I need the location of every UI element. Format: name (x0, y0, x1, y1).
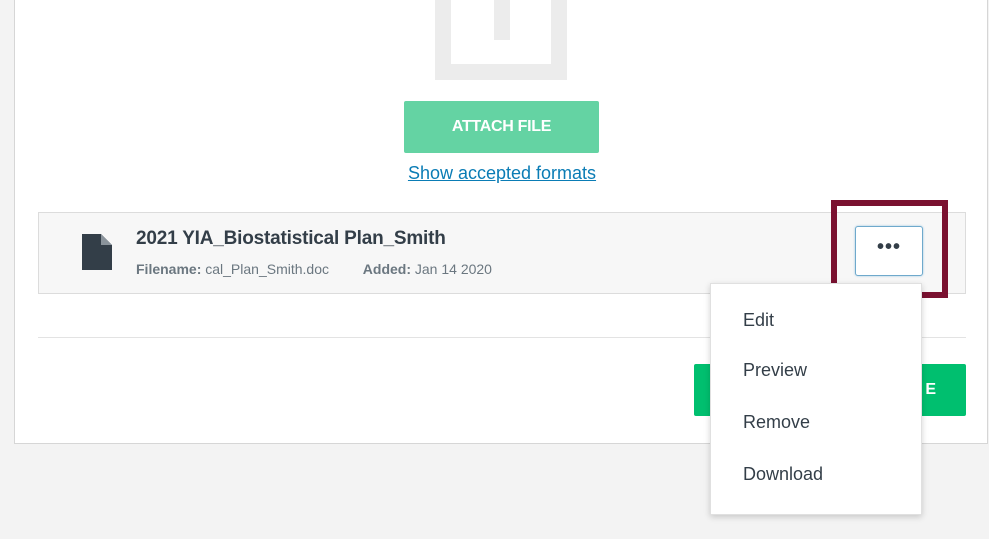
menu-item-download[interactable]: Download (711, 448, 921, 500)
filename-label: Filename: (136, 261, 202, 277)
attach-file-button[interactable]: ATTACH FILE (404, 101, 599, 153)
ellipsis-icon: ••• (876, 235, 901, 258)
menu-item-edit[interactable]: Edit (711, 296, 921, 344)
show-accepted-formats-link[interactable]: Show accepted formats (390, 163, 614, 184)
menu-item-preview[interactable]: Preview (711, 344, 921, 396)
file-meta: Filename: cal_Plan_Smith.doc Added: Jan … (136, 261, 492, 277)
menu-item-remove[interactable]: Remove (711, 396, 921, 448)
file-row (38, 212, 966, 294)
added-label: Added: (362, 261, 411, 277)
file-options-menu: Edit Preview Remove Download (710, 283, 922, 515)
added-value: Jan 14 2020 (414, 261, 492, 277)
file-title: 2021 YIA_Biostatistical Plan_Smith (136, 228, 446, 249)
upload-icon (435, 0, 567, 80)
more-options-button[interactable]: ••• (855, 226, 923, 276)
document-icon (82, 234, 112, 270)
filename-value: cal_Plan_Smith.doc (205, 261, 329, 277)
